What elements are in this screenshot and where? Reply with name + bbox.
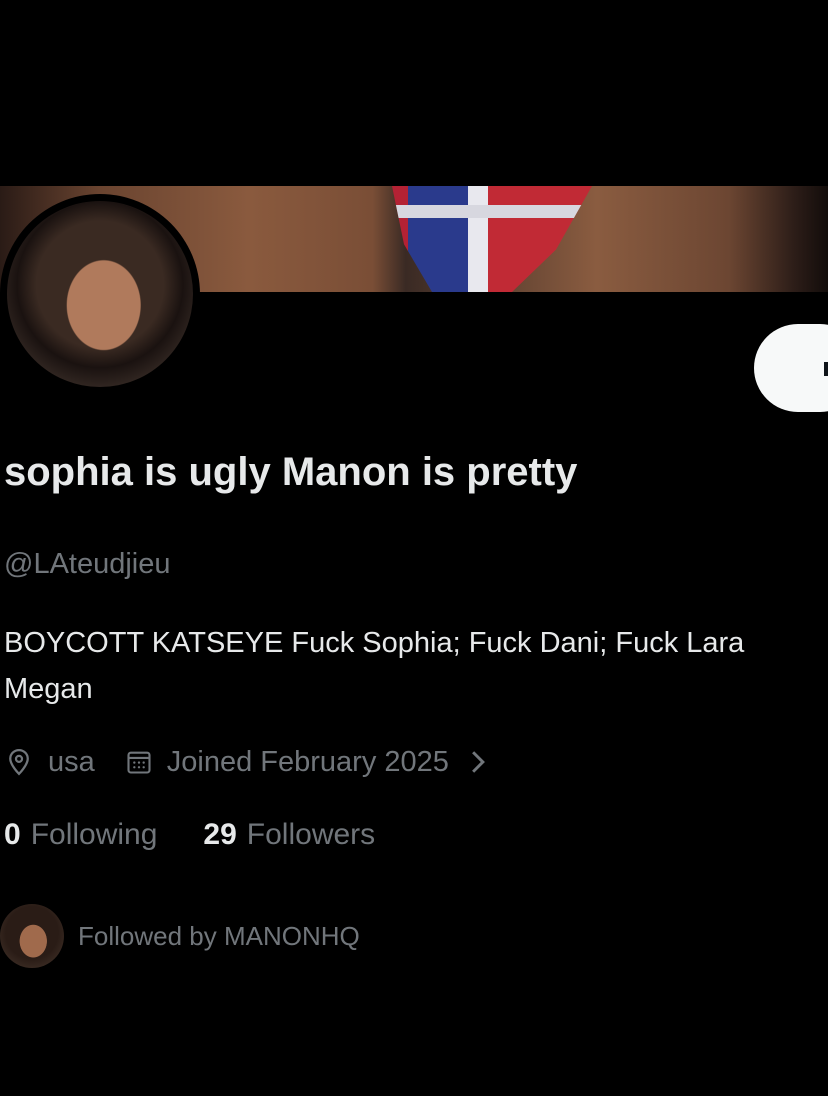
joined-date[interactable]: Joined February 2025 [167,746,449,779]
follower-avatar [0,904,64,968]
location-text: usa [48,745,95,778]
chevron-right-icon[interactable] [467,749,489,775]
profile-action-button[interactable] [754,324,828,412]
display-name: sophia is ugly Manon is pretty [4,450,578,494]
avatar-image [7,201,193,387]
followers-link[interactable]: 29 Followers [203,818,375,852]
profile-bio: BOYCOTT KATSEYE Fuck Sophia; Fuck Dani; … [4,620,828,712]
followed-by-row[interactable]: Followed by MANONHQ [0,904,360,968]
location-pin-icon [9,748,29,776]
following-label: Following [30,818,158,851]
follow-stats: 0 Following 29 Followers [4,818,375,852]
banner-flag-graphic [392,186,592,292]
profile-meta: usa Joined February 2025 [4,742,489,782]
followers-count: 29 [203,818,237,851]
bio-line: BOYCOTT KATSEYE Fuck Sophia; Fuck Dani; … [4,627,745,659]
profile-avatar[interactable] [0,194,200,394]
user-handle: @LAteudjieu [4,548,171,580]
followed-by-text: Followed by MANONHQ [78,920,360,951]
following-link[interactable]: 0 Following [4,818,157,852]
bio-line: Megan [4,673,93,705]
followers-label: Followers [246,818,376,851]
following-count: 0 [4,818,21,851]
calendar-icon [127,751,151,774]
